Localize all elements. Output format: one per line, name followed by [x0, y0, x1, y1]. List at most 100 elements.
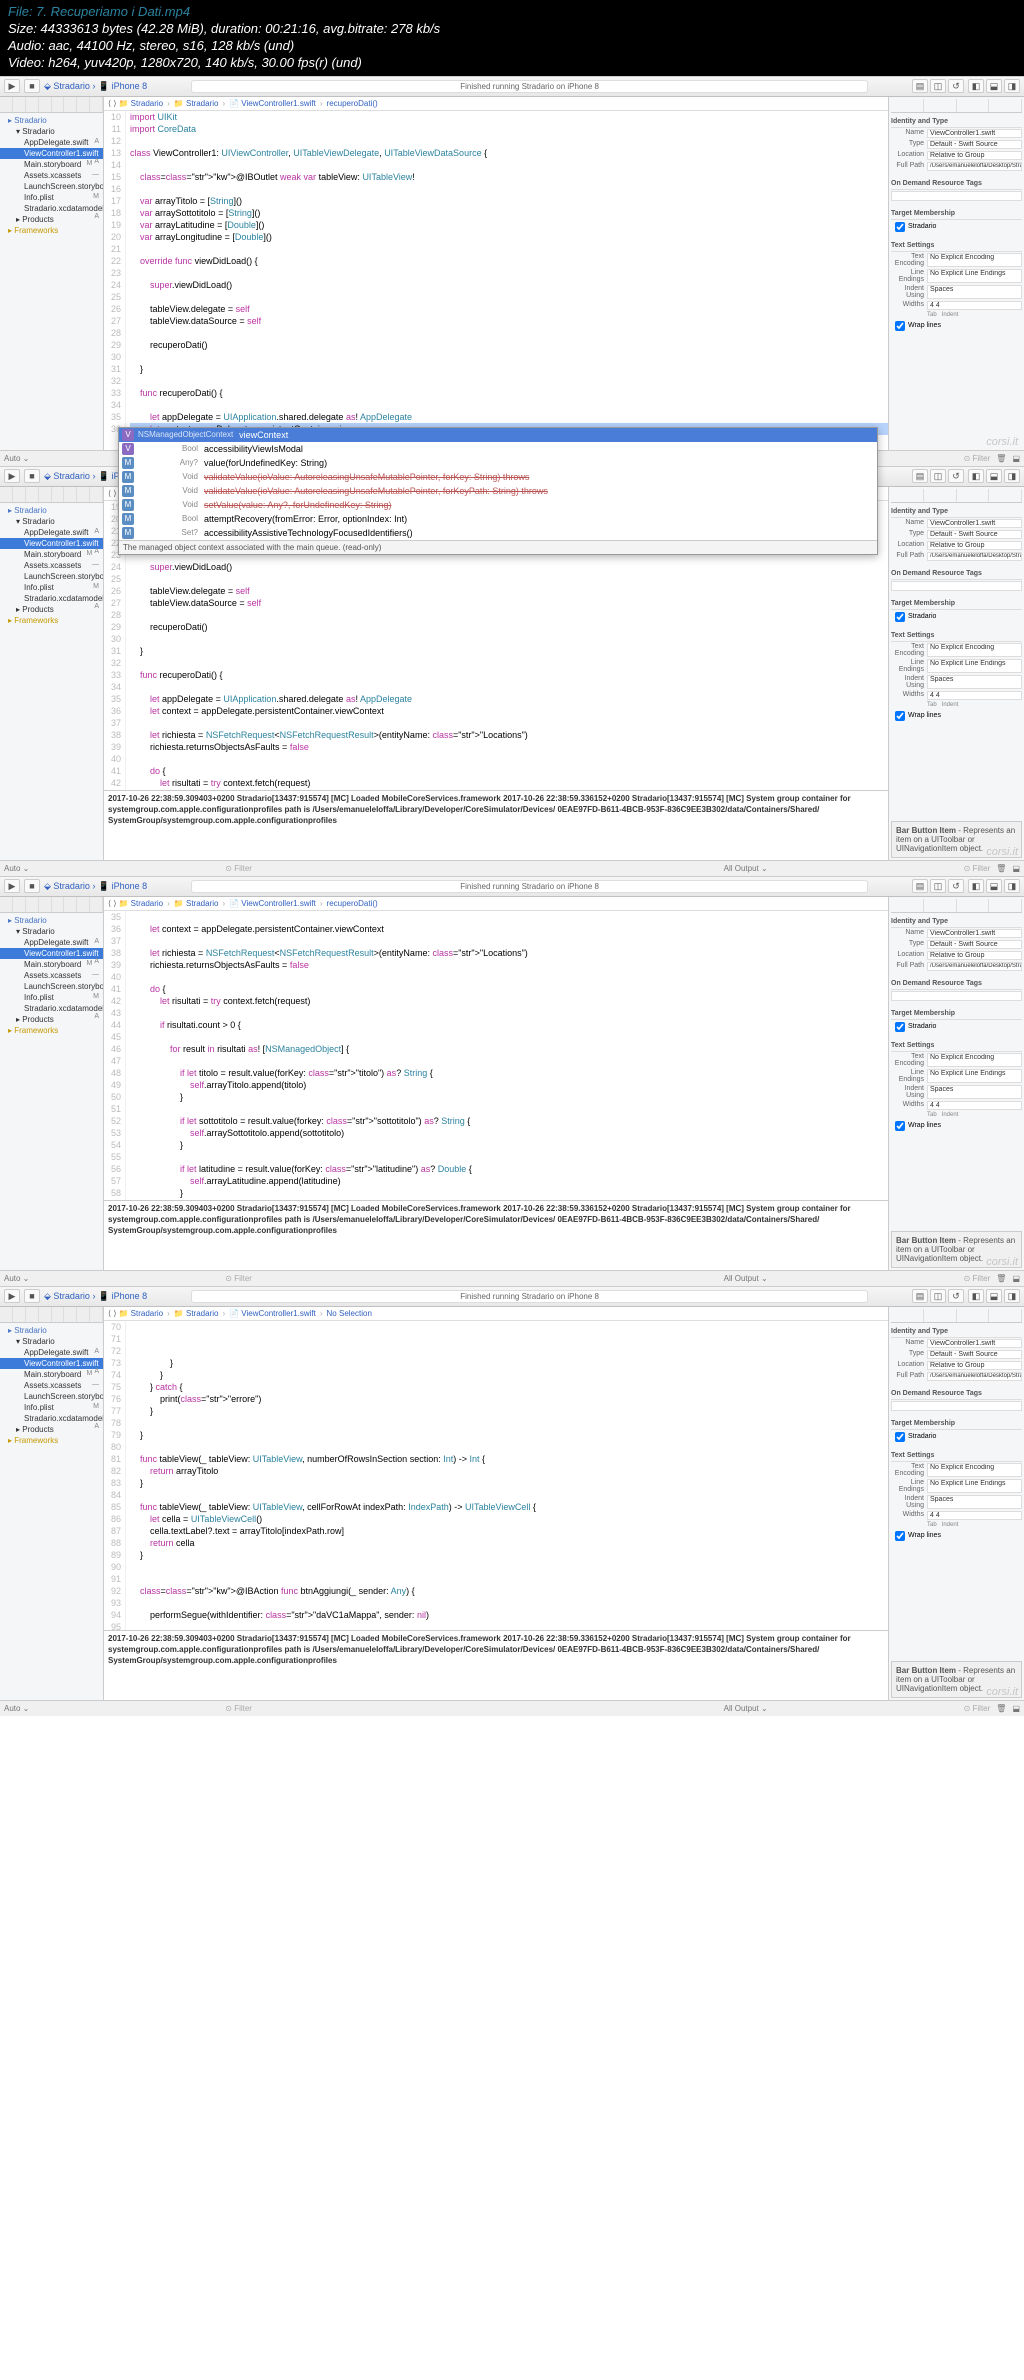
stop-button[interactable]: ■ [24, 79, 40, 93]
nav-file[interactable]: Main.storyboardM [0, 959, 103, 970]
inspector[interactable]: Identity and Type NameViewController1.sw… [888, 487, 1024, 860]
hide-debug-icon[interactable]: ⬓ [1012, 864, 1020, 873]
toggle-navigator[interactable]: ◧ [968, 469, 984, 483]
nav-frameworks[interactable]: ▸ Frameworks [0, 1435, 103, 1446]
nav-file[interactable]: Info.plistM [0, 992, 103, 1003]
nav-products[interactable]: ▸ Products [0, 1014, 103, 1025]
nav-project[interactable]: ▸ Stradario [0, 915, 103, 926]
navigator[interactable]: ▸ Stradario▾ StradarioAppDelegate.swiftA… [0, 1307, 104, 1700]
target-checkbox[interactable] [895, 1022, 905, 1032]
editor-mode-standard[interactable]: ▤ [912, 1289, 928, 1303]
nav-file[interactable]: AppDelegate.swiftA [0, 137, 103, 148]
scheme-selector[interactable]: ⬙ Stradario › 📱 iPhone 8 [44, 81, 147, 92]
console-scope[interactable]: All Output ⌄ [724, 1274, 768, 1283]
toggle-debug[interactable]: ⬓ [986, 79, 1002, 93]
run-button[interactable]: ▶ [4, 879, 20, 893]
nav-project[interactable]: ▸ Stradario [0, 1325, 103, 1336]
nav-file[interactable]: AppDelegate.swiftA [0, 937, 103, 948]
nav-file[interactable]: Info.plistM [0, 1402, 103, 1413]
editor-mode-standard[interactable]: ▤ [912, 79, 928, 93]
nav-file[interactable]: Stradario.xcdatamodeldA [0, 1413, 103, 1424]
nav-file[interactable]: LaunchScreen.storyboard [0, 1391, 103, 1402]
code-lines[interactable]: } } } catch { print(class="str">"errore"… [126, 1321, 888, 1630]
toggle-navigator[interactable]: ◧ [968, 879, 984, 893]
nav-frameworks[interactable]: ▸ Frameworks [0, 225, 103, 236]
trash-icon[interactable]: 🗑 [996, 454, 1006, 463]
completion-item[interactable]: V Bool accessibilityViewIsModal [119, 442, 877, 456]
editor-mode-assistant[interactable]: ◫ [930, 79, 946, 93]
nav-file[interactable]: Assets.xcassets— [0, 970, 103, 981]
toggle-inspector[interactable]: ◨ [1004, 879, 1020, 893]
hide-debug-icon[interactable]: ⬓ [1012, 454, 1020, 463]
nav-file[interactable]: Stradario.xcdatamodeldA [0, 203, 103, 214]
wrap-checkbox[interactable] [895, 711, 905, 721]
variables-scope[interactable]: Auto ⌄ [4, 1274, 29, 1283]
inspector[interactable]: Identity and Type NameViewController1.sw… [888, 1307, 1024, 1700]
code-lines[interactable]: let context = appDelegate.persistentCont… [126, 911, 888, 1200]
trash-icon[interactable]: 🗑 [996, 1704, 1006, 1713]
run-button[interactable]: ▶ [4, 1289, 20, 1303]
editor-mode-assistant[interactable]: ◫ [930, 469, 946, 483]
nav-file[interactable]: ViewController1.swiftA [0, 1358, 103, 1369]
toggle-navigator[interactable]: ◧ [968, 79, 984, 93]
nav-file[interactable]: AppDelegate.swiftA [0, 1347, 103, 1358]
scheme-selector[interactable]: ⬙ Stradario › 📱 iPhone 8 [44, 1291, 147, 1302]
toggle-navigator[interactable]: ◧ [968, 1289, 984, 1303]
debug-console[interactable]: 2017-10-26 22:38:59.309403+0200 Stradari… [104, 790, 888, 860]
editor-mode-version[interactable]: ↺ [948, 879, 964, 893]
code-editor[interactable]: 70 71 72 73 74 75 76 77 78 79 80 81 82 8… [104, 1321, 888, 1630]
nav-file[interactable]: AppDelegate.swiftA [0, 527, 103, 538]
toggle-inspector[interactable]: ◨ [1004, 469, 1020, 483]
editor-mode-version[interactable]: ↺ [948, 1289, 964, 1303]
completion-item[interactable]: M Void validateValue(ioValue: Autoreleas… [119, 484, 877, 498]
nav-frameworks[interactable]: ▸ Frameworks [0, 615, 103, 626]
stop-button[interactable]: ■ [24, 1289, 40, 1303]
code-editor[interactable]: 35 36 37 38 39 40 41 42 43 44 45 46 47 4… [104, 911, 888, 1200]
nav-folder[interactable]: ▾ Stradario [0, 1336, 103, 1347]
nav-folder[interactable]: ▾ Stradario [0, 126, 103, 137]
nav-products[interactable]: ▸ Products [0, 1424, 103, 1435]
nav-file[interactable]: Assets.xcassets— [0, 170, 103, 181]
completion-item[interactable]: M Void setValue(value: Any?, forUndefine… [119, 498, 877, 512]
nav-file[interactable]: Stradario.xcdatamodeldA [0, 1003, 103, 1014]
nav-folder[interactable]: ▾ Stradario [0, 926, 103, 937]
hide-debug-icon[interactable]: ⬓ [1012, 1704, 1020, 1713]
toggle-debug[interactable]: ⬓ [986, 469, 1002, 483]
nav-products[interactable]: ▸ Products [0, 604, 103, 615]
editor-mode-standard[interactable]: ▤ [912, 879, 928, 893]
run-button[interactable]: ▶ [4, 79, 20, 93]
jump-bar[interactable]: ⟨ ⟩ 📁 Stradario 📁 Stradario 📄 ViewContro… [104, 897, 888, 911]
navigator[interactable]: ▸ Stradario▾ StradarioAppDelegate.swiftA… [0, 897, 104, 1270]
inspector[interactable]: Identity and Type NameViewController1.sw… [888, 897, 1024, 1270]
wrap-checkbox[interactable] [895, 1531, 905, 1541]
target-checkbox[interactable] [895, 612, 905, 622]
toggle-inspector[interactable]: ◨ [1004, 1289, 1020, 1303]
variables-scope[interactable]: Auto ⌄ [4, 1704, 29, 1713]
completion-item[interactable]: M Set? accessibilityAssistiveTechnologyF… [119, 526, 877, 540]
nav-products[interactable]: ▸ Products [0, 214, 103, 225]
editor-mode-assistant[interactable]: ◫ [930, 1289, 946, 1303]
completion-item[interactable]: M Bool attemptRecovery(fromError: Error,… [119, 512, 877, 526]
console-scope[interactable]: All Output ⌄ [724, 1704, 768, 1713]
code-lines[interactable]: import UIKit import CoreData class ViewC… [126, 111, 888, 450]
variables-scope[interactable]: Auto ⌄ [4, 454, 29, 463]
jump-bar[interactable]: ⟨ ⟩ 📁 Stradario 📁 Stradario 📄 ViewContro… [104, 1307, 888, 1321]
completion-item[interactable]: M Void validateValue(ioValue: Autoreleas… [119, 470, 877, 484]
run-button[interactable]: ▶ [4, 469, 20, 483]
wrap-checkbox[interactable] [895, 1121, 905, 1131]
hide-debug-icon[interactable]: ⬓ [1012, 1274, 1020, 1283]
nav-file[interactable]: Main.storyboardM [0, 549, 103, 560]
toggle-debug[interactable]: ⬓ [986, 1289, 1002, 1303]
nav-file[interactable]: LaunchScreen.storyboard [0, 571, 103, 582]
nav-file[interactable]: LaunchScreen.storyboard [0, 981, 103, 992]
toggle-debug[interactable]: ⬓ [986, 879, 1002, 893]
variables-scope[interactable]: Auto ⌄ [4, 864, 29, 873]
editor-mode-version[interactable]: ↺ [948, 469, 964, 483]
nav-file[interactable]: Assets.xcassets— [0, 1380, 103, 1391]
nav-file[interactable]: ViewController1.swiftA [0, 148, 103, 159]
navigator[interactable]: ▸ Stradario▾ StradarioAppDelegate.swiftA… [0, 97, 104, 450]
debug-console[interactable]: 2017-10-26 22:38:59.309403+0200 Stradari… [104, 1630, 888, 1700]
nav-frameworks[interactable]: ▸ Frameworks [0, 1025, 103, 1036]
editor-mode-assistant[interactable]: ◫ [930, 879, 946, 893]
wrap-checkbox[interactable] [895, 321, 905, 331]
